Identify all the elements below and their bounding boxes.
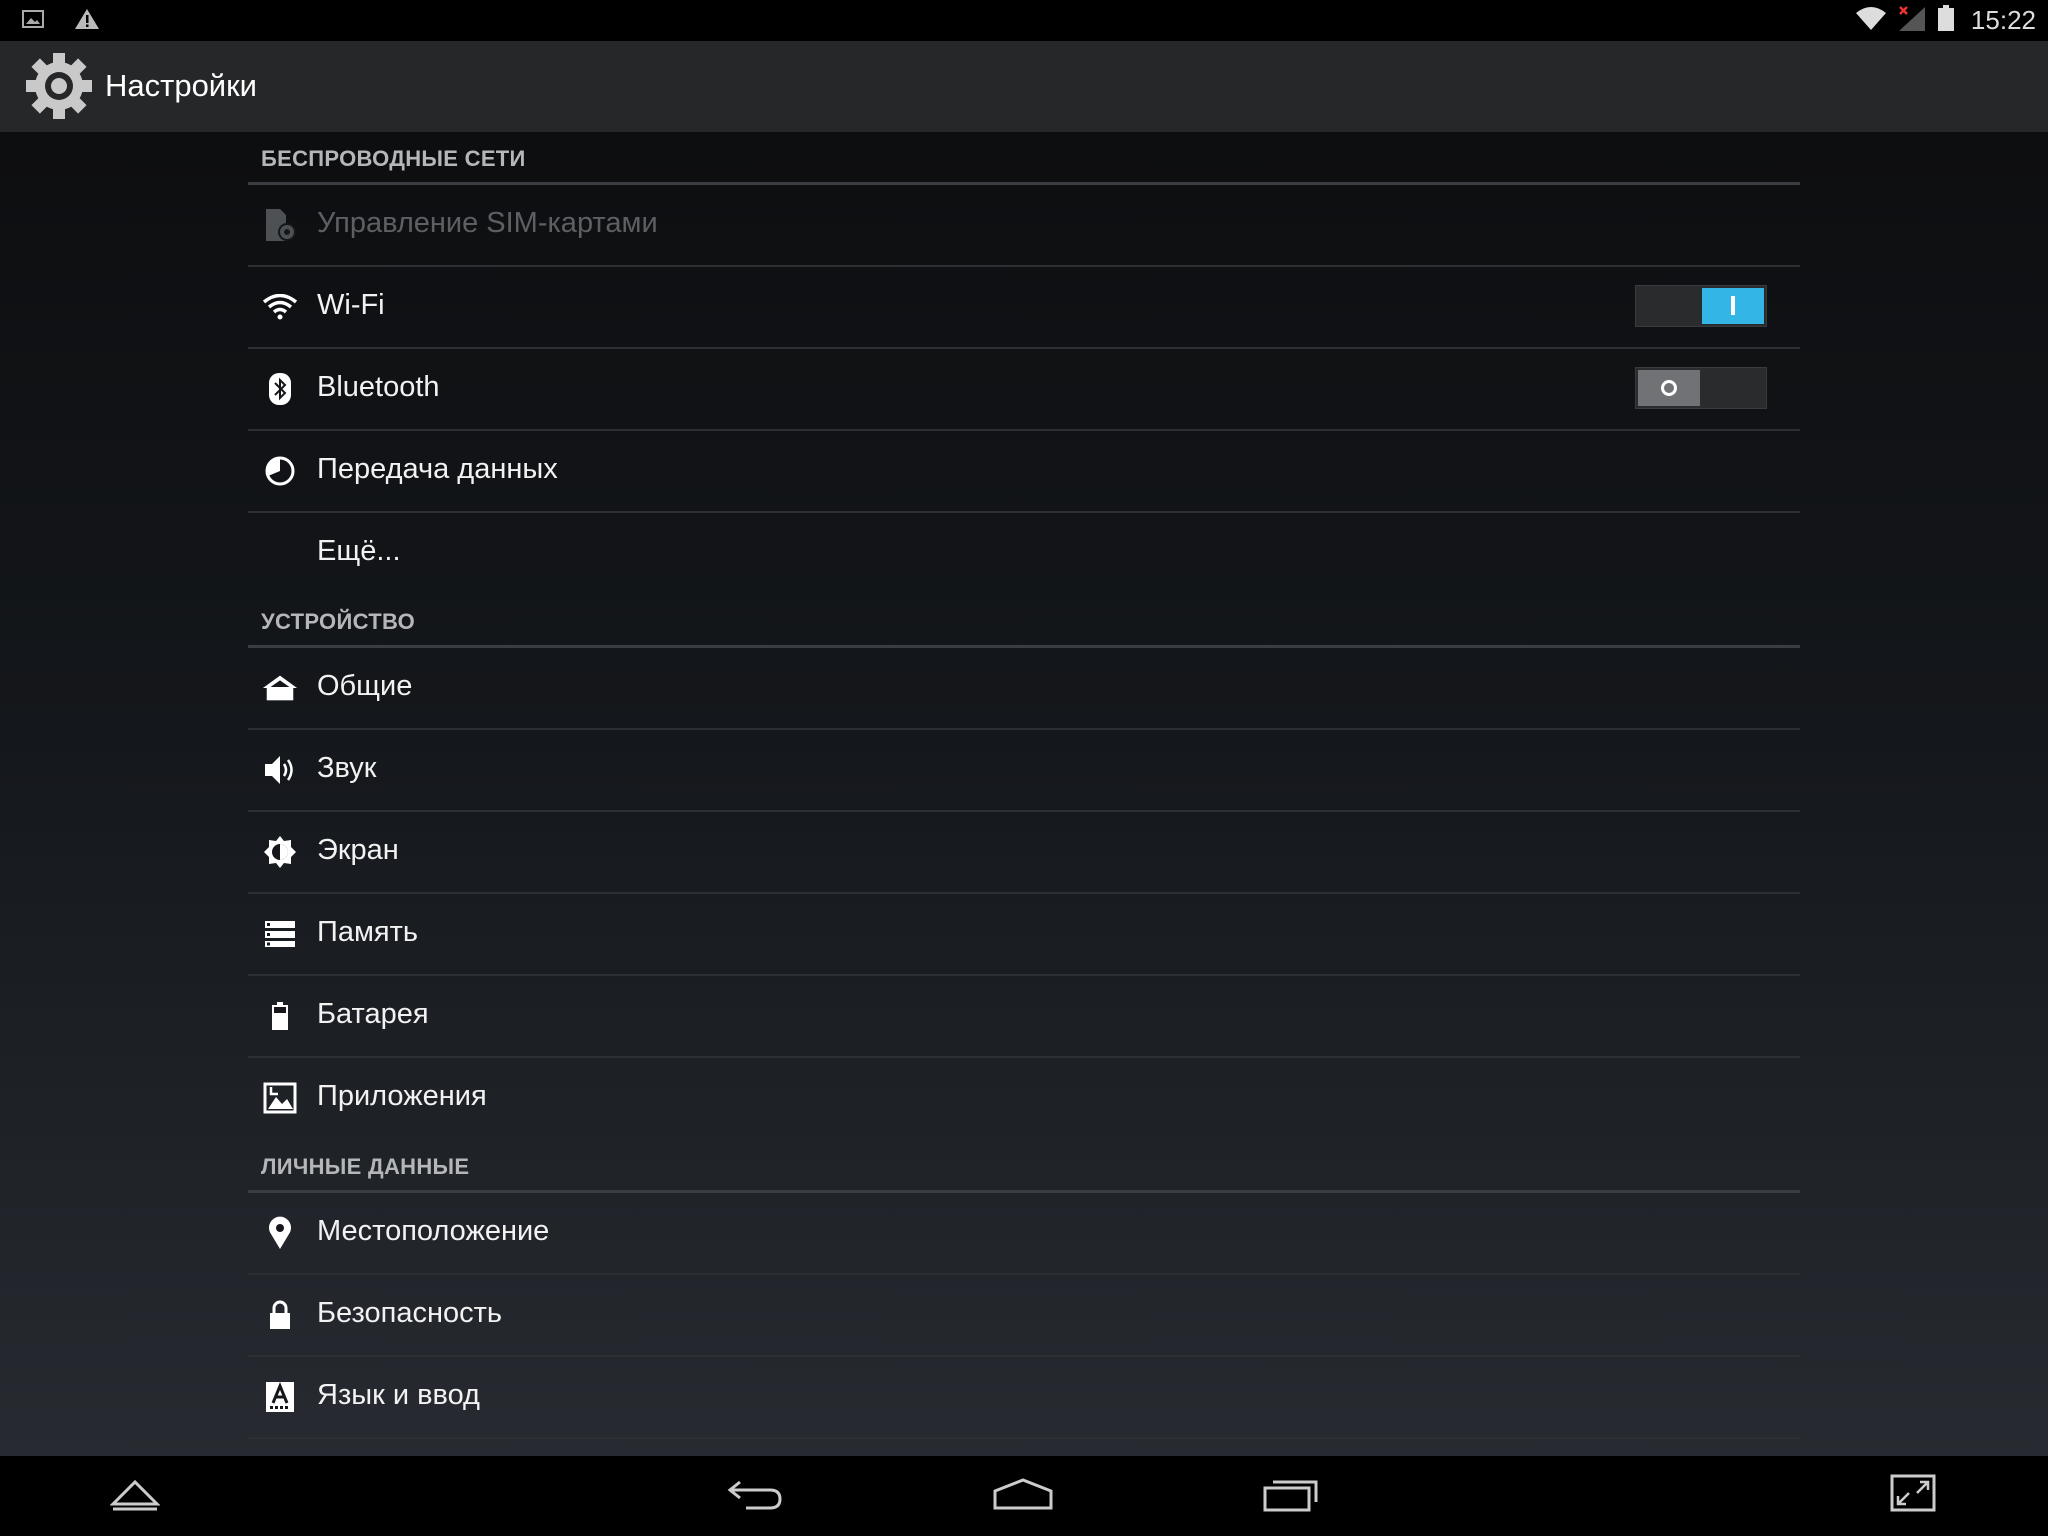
page-title: Настройки bbox=[105, 68, 258, 103]
fullscreen-icon[interactable] bbox=[1890, 1474, 1936, 1519]
volume-icon bbox=[262, 752, 298, 788]
settings-item-apps[interactable]: Приложения bbox=[248, 1058, 1800, 1138]
settings-item-display[interactable]: Экран bbox=[248, 812, 1800, 894]
bluetooth-icon bbox=[262, 371, 298, 407]
apps-icon bbox=[262, 1080, 298, 1116]
wifi-icon bbox=[1855, 5, 1887, 36]
sim-card-icon bbox=[262, 207, 298, 243]
picture-icon bbox=[22, 9, 44, 34]
data-usage-icon bbox=[262, 453, 298, 489]
settings-list: БЕСПРОВОДНЫЕ СЕТИ Управление SIM-картами… bbox=[248, 132, 1800, 1439]
settings-list-container[interactable]: БЕСПРОВОДНЫЕ СЕТИ Управление SIM-картами… bbox=[0, 132, 2048, 1456]
wifi-icon bbox=[262, 289, 298, 325]
settings-item-location[interactable]: Местоположение bbox=[248, 1193, 1800, 1275]
clock: 15:22 bbox=[1970, 5, 2036, 35]
settings-item-language[interactable]: Язык и ввод bbox=[248, 1357, 1800, 1439]
storage-icon bbox=[262, 916, 298, 952]
settings-item-more[interactable]: Ещё... bbox=[248, 513, 1800, 593]
section-header-device: УСТРОЙСТВО bbox=[248, 593, 1800, 648]
up-chevron-icon[interactable] bbox=[109, 1474, 161, 1519]
settings-item-sound[interactable]: Звук bbox=[248, 730, 1800, 812]
action-bar: Настройки bbox=[0, 41, 2048, 132]
language-icon bbox=[262, 1379, 298, 1415]
recent-apps-icon[interactable] bbox=[1262, 1474, 1322, 1519]
settings-item-security[interactable]: Безопасность bbox=[248, 1275, 1800, 1357]
settings-item-general[interactable]: Общие bbox=[248, 648, 1800, 730]
wifi-toggle[interactable]: I bbox=[1635, 285, 1767, 327]
bluetooth-toggle[interactable] bbox=[1635, 367, 1767, 409]
battery-icon bbox=[1937, 4, 1955, 37]
lock-icon bbox=[262, 1297, 298, 1333]
toggle-knob: I bbox=[1702, 288, 1764, 324]
location-icon bbox=[262, 1215, 298, 1251]
back-icon[interactable] bbox=[726, 1474, 786, 1519]
navigation-bar bbox=[0, 1456, 2048, 1536]
settings-gear-icon[interactable] bbox=[22, 49, 96, 123]
warning-icon bbox=[74, 8, 100, 35]
settings-item-data-usage[interactable]: Передача данных bbox=[248, 431, 1800, 513]
brightness-icon bbox=[262, 834, 298, 870]
settings-item-battery[interactable]: Батарея bbox=[248, 976, 1800, 1058]
settings-item-bluetooth[interactable]: Bluetooth bbox=[248, 349, 1800, 431]
settings-item-storage[interactable]: Память bbox=[248, 894, 1800, 976]
section-header-wireless: БЕСПРОВОДНЫЕ СЕТИ bbox=[248, 132, 1800, 185]
settings-item-sim[interactable]: Управление SIM-картами bbox=[248, 185, 1800, 267]
section-header-personal: ЛИЧНЫЕ ДАННЫЕ bbox=[248, 1138, 1800, 1193]
status-bar: 15:22 bbox=[0, 0, 2048, 41]
home-icon bbox=[262, 670, 298, 706]
battery-icon bbox=[262, 998, 298, 1034]
signal-no-sim-icon bbox=[1897, 4, 1927, 37]
home-icon[interactable] bbox=[992, 1474, 1054, 1519]
settings-item-wifi[interactable]: Wi-Fi I bbox=[248, 267, 1800, 349]
toggle-knob bbox=[1638, 370, 1700, 406]
